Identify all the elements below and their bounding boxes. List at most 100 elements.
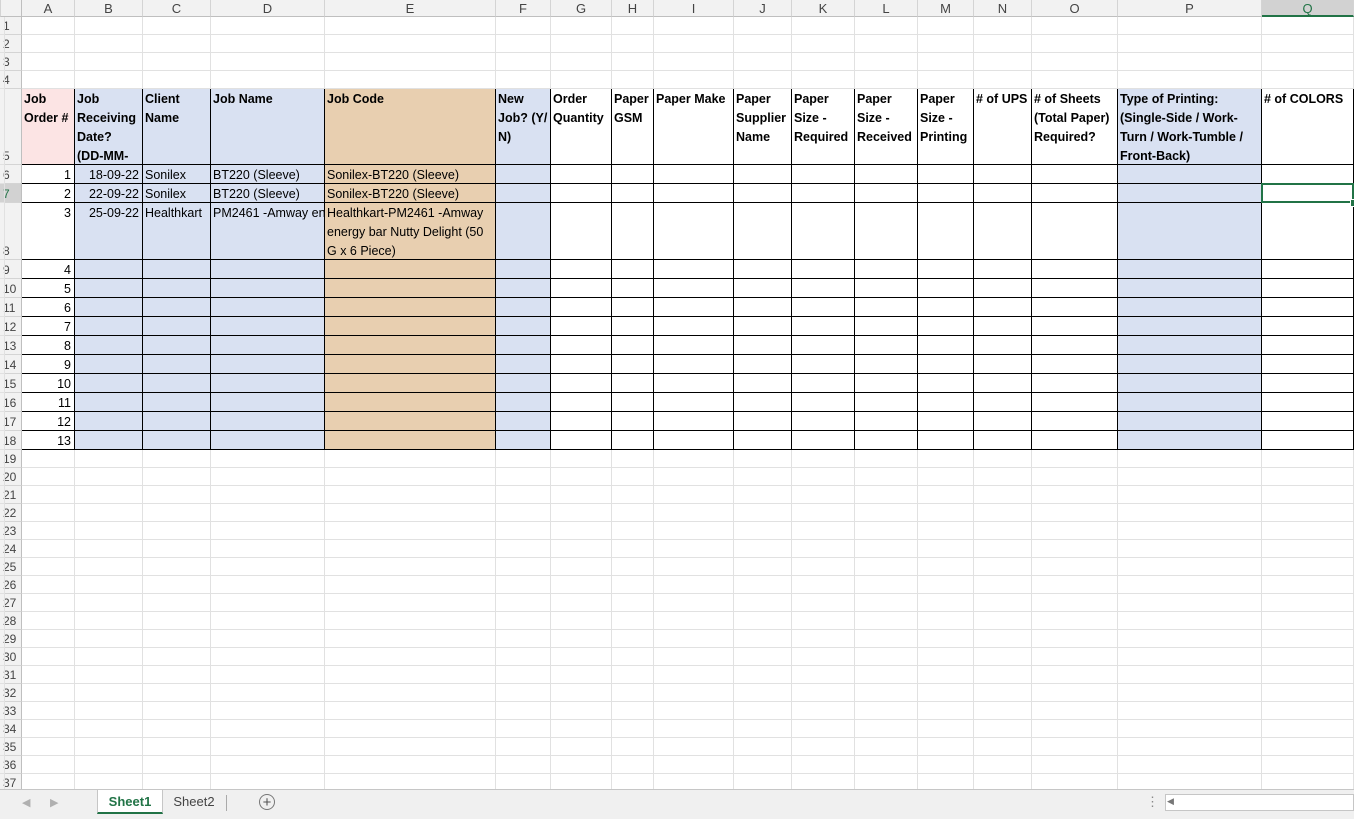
grid-cell[interactable] xyxy=(143,53,211,71)
grid-cell[interactable] xyxy=(143,504,211,522)
grid-cell[interactable] xyxy=(211,684,325,702)
grid-cell[interactable] xyxy=(22,648,75,666)
header-cell-n[interactable]: # of UPS xyxy=(974,89,1032,165)
table-cell[interactable] xyxy=(855,393,918,412)
table-cell[interactable] xyxy=(855,298,918,317)
grid-cell[interactable] xyxy=(1032,35,1118,53)
grid-cell[interactable] xyxy=(1118,35,1262,53)
grid-cell[interactable] xyxy=(75,468,143,486)
grid-cell[interactable] xyxy=(612,17,654,35)
table-cell[interactable] xyxy=(1118,298,1262,317)
grid-cell[interactable] xyxy=(0,35,5,53)
table-cell[interactable] xyxy=(792,260,855,279)
table-cell[interactable] xyxy=(551,431,612,450)
grid-cell[interactable] xyxy=(1262,450,1354,468)
grid-cell[interactable] xyxy=(654,702,734,720)
grid-cell[interactable] xyxy=(496,576,551,594)
grid-cell[interactable] xyxy=(1262,720,1354,738)
table-cell[interactable]: 5 xyxy=(22,279,75,298)
grid-cell[interactable] xyxy=(734,774,792,789)
table-cell[interactable] xyxy=(211,317,325,336)
table-cell[interactable] xyxy=(918,184,974,203)
grid-cell[interactable] xyxy=(974,53,1032,71)
table-cell[interactable] xyxy=(496,203,551,260)
table-cell[interactable]: 25-09-22 xyxy=(75,203,143,260)
grid-cell[interactable] xyxy=(855,576,918,594)
table-cell[interactable] xyxy=(211,260,325,279)
grid-cell[interactable] xyxy=(792,17,855,35)
grid-cell[interactable] xyxy=(1262,35,1354,53)
grid-cell[interactable] xyxy=(792,720,855,738)
table-cell[interactable] xyxy=(974,298,1032,317)
grid-cell[interactable] xyxy=(1262,612,1354,630)
grid-cell[interactable] xyxy=(855,702,918,720)
table-cell[interactable]: 4 xyxy=(22,260,75,279)
grid-cell[interactable] xyxy=(22,468,75,486)
table-cell[interactable] xyxy=(612,336,654,355)
table-cell[interactable] xyxy=(918,431,974,450)
grid-cell[interactable] xyxy=(918,504,974,522)
grid-cell[interactable] xyxy=(974,666,1032,684)
table-cell[interactable] xyxy=(496,431,551,450)
column-header-h[interactable]: H xyxy=(612,0,654,17)
grid-cell[interactable] xyxy=(855,648,918,666)
grid-cell[interactable] xyxy=(612,522,654,540)
table-cell[interactable] xyxy=(654,393,734,412)
table-cell[interactable] xyxy=(855,336,918,355)
grid-cell[interactable] xyxy=(974,702,1032,720)
grid-cell[interactable] xyxy=(551,720,612,738)
table-cell[interactable] xyxy=(143,260,211,279)
table-cell[interactable] xyxy=(734,393,792,412)
header-cell-h[interactable]: Paper GSM xyxy=(612,89,654,165)
grid-cell[interactable] xyxy=(0,279,5,298)
table-cell[interactable] xyxy=(855,374,918,393)
grid-cell[interactable] xyxy=(612,594,654,612)
grid-cell[interactable] xyxy=(551,666,612,684)
table-cell[interactable] xyxy=(325,355,496,374)
grid-cell[interactable] xyxy=(551,648,612,666)
column-header-n[interactable]: N xyxy=(974,0,1032,17)
grid-cell[interactable] xyxy=(918,558,974,576)
grid-cell[interactable] xyxy=(855,486,918,504)
table-cell[interactable] xyxy=(792,165,855,184)
grid-cell[interactable] xyxy=(974,522,1032,540)
table-cell[interactable] xyxy=(551,393,612,412)
grid-cell[interactable] xyxy=(143,576,211,594)
grid-cell[interactable] xyxy=(792,576,855,594)
grid-cell[interactable] xyxy=(143,756,211,774)
table-cell[interactable] xyxy=(551,336,612,355)
grid-cell[interactable] xyxy=(211,702,325,720)
grid-cell[interactable] xyxy=(1118,486,1262,504)
grid-cell[interactable] xyxy=(143,666,211,684)
grid-cell[interactable] xyxy=(22,576,75,594)
grid-cell[interactable] xyxy=(855,720,918,738)
table-cell[interactable] xyxy=(612,203,654,260)
grid-cell[interactable] xyxy=(734,53,792,71)
grid-cell[interactable] xyxy=(496,630,551,648)
table-cell[interactable] xyxy=(75,260,143,279)
grid-cell[interactable] xyxy=(792,594,855,612)
grid-cell[interactable] xyxy=(612,774,654,789)
grid-cell[interactable] xyxy=(1118,576,1262,594)
grid-cell[interactable] xyxy=(792,450,855,468)
table-cell[interactable] xyxy=(1262,298,1354,317)
table-cell[interactable] xyxy=(211,431,325,450)
table-cell[interactable] xyxy=(75,355,143,374)
table-cell[interactable] xyxy=(325,393,496,412)
grid-cell[interactable] xyxy=(654,594,734,612)
grid-cell[interactable] xyxy=(75,738,143,756)
table-cell[interactable] xyxy=(855,412,918,431)
grid-cell[interactable] xyxy=(22,53,75,71)
grid-cell[interactable] xyxy=(1118,702,1262,720)
column-header-m[interactable]: M xyxy=(918,0,974,17)
grid-cell[interactable] xyxy=(734,738,792,756)
grid-cell[interactable] xyxy=(551,576,612,594)
grid-cell[interactable] xyxy=(22,774,75,789)
table-cell[interactable] xyxy=(654,260,734,279)
table-cell[interactable] xyxy=(211,374,325,393)
grid-cell[interactable] xyxy=(918,648,974,666)
table-cell[interactable] xyxy=(1118,355,1262,374)
grid-cell[interactable] xyxy=(211,720,325,738)
table-cell[interactable] xyxy=(325,412,496,431)
grid-cell[interactable] xyxy=(325,53,496,71)
